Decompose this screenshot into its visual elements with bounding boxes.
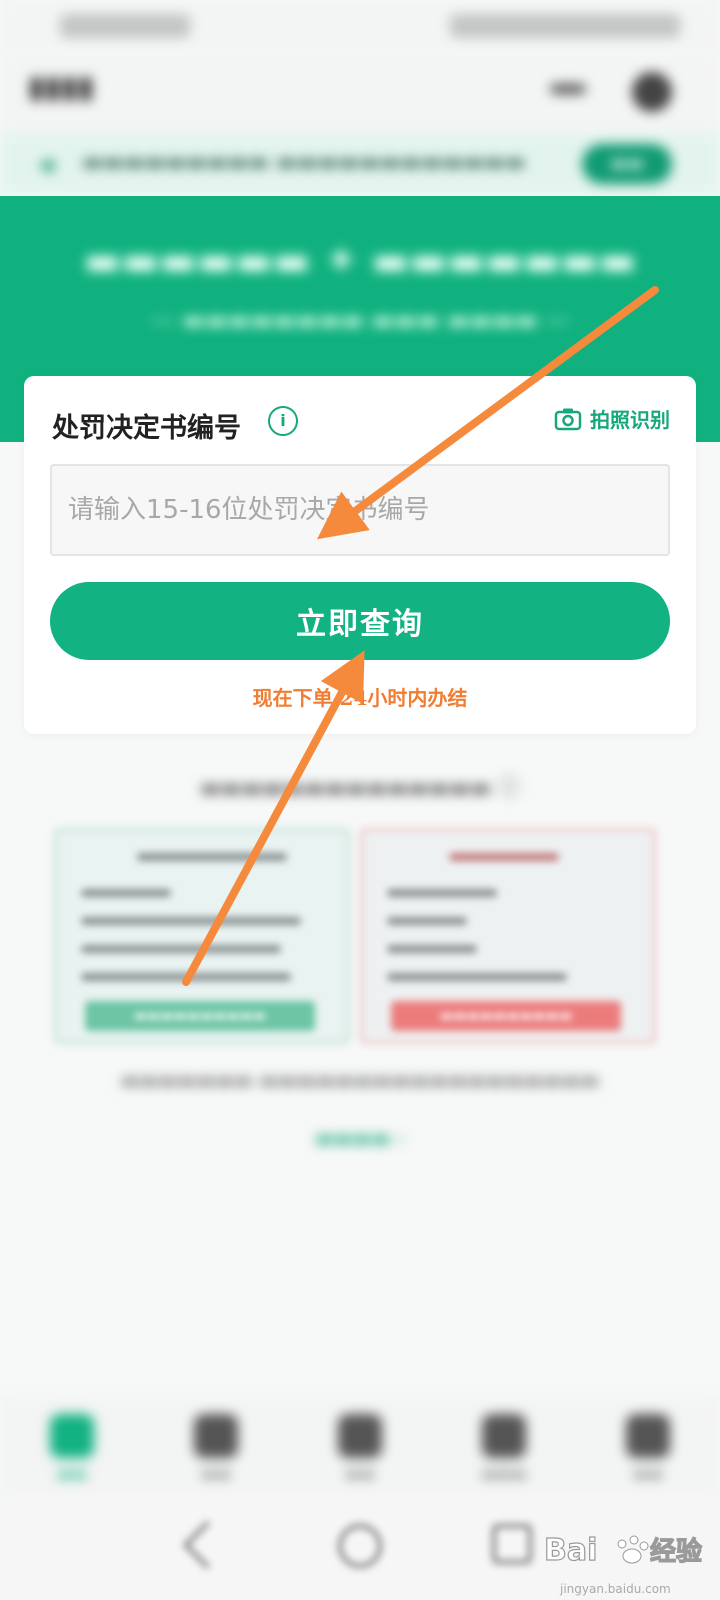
sample-card-correct[interactable]: ▬▬▬▬▬▬▬▬▬▬ — [54, 828, 350, 1044]
hero-subtitle: — ▬▬▬▬▬▬▬▬ ▬▬▬ ▬▬▬▬ — — [150, 306, 570, 334]
query-card: 处罚决定书编号 i 拍照识别 立即查询 现在下单 24小时内办结 — [24, 376, 696, 734]
decision-number-input[interactable] — [50, 464, 670, 556]
app-title: ▮▮▮▮ — [28, 70, 95, 105]
car-icon — [338, 1414, 382, 1458]
svg-text:Bai: Bai — [544, 1533, 597, 1568]
back-icon[interactable] — [182, 1520, 232, 1570]
photo-recognize-button[interactable]: 拍照识别 — [554, 404, 670, 433]
home-icon — [50, 1414, 94, 1458]
status-bar-right — [450, 14, 680, 38]
camera-icon — [554, 408, 582, 430]
sample-card-wrong[interactable]: ▬▬▬▬▬▬▬▬▬▬ — [360, 828, 656, 1044]
tab-4[interactable]: ▬▬▬ — [454, 1398, 554, 1498]
sample-section-title: ▬▬▬▬▬▬▬▬▬▬▬▬▬▬ ⓘ — [200, 776, 520, 801]
info-icon[interactable]: i — [268, 406, 298, 436]
svg-text:经验: 经验 — [650, 1536, 702, 1567]
tab-label: ▬▬▬ — [481, 1464, 527, 1483]
sample-line — [137, 853, 287, 861]
tab-5[interactable]: ▬▬ — [598, 1398, 698, 1498]
bottom-tab-bar: ▬▬ ▬▬ ▬▬ ▬▬▬ ▬▬ — [0, 1398, 720, 1498]
promo-text: 现在下单 24小时内办结 — [252, 686, 468, 710]
tab-label: ▬▬ — [200, 1464, 232, 1483]
home-circle-icon[interactable] — [338, 1524, 382, 1568]
query-button[interactable]: 立即查询 — [50, 582, 670, 660]
tab-2[interactable]: ▬▬ — [166, 1398, 266, 1498]
sample-line — [81, 889, 171, 897]
service-icon — [482, 1414, 526, 1458]
field-label: 处罚决定书编号 — [52, 413, 241, 444]
profile-icon — [626, 1414, 670, 1458]
app-header: ▮▮▮▮ — [0, 52, 720, 132]
watermark-url: jingyan.baidu.com — [560, 1582, 671, 1596]
tab-label: ▬▬ — [56, 1464, 88, 1483]
tab-home[interactable]: ▬▬ — [22, 1398, 122, 1498]
more-link[interactable]: ▬▬▬▬ › — [0, 1126, 720, 1150]
document-icon — [194, 1414, 238, 1458]
status-bar-left — [60, 14, 190, 38]
user-icon[interactable] — [632, 72, 672, 112]
sample-description: ▬▬▬▬▬▬▬ ▬▬▬▬▬▬▬▬▬▬▬▬▬▬▬▬▬▬ — [120, 1068, 600, 1092]
sample-line — [81, 973, 291, 981]
sample-line — [81, 917, 301, 925]
status-bar — [0, 0, 720, 52]
photo-recognize-label: 拍照识别 — [590, 408, 670, 432]
notice-button[interactable]: ▬▬ — [582, 144, 672, 184]
sample-line — [387, 889, 497, 897]
tab-3[interactable]: ▬▬ — [310, 1398, 410, 1498]
sample-line — [387, 917, 467, 925]
tab-label: ▬▬ — [344, 1464, 376, 1483]
sample-line — [81, 945, 281, 953]
sample-line — [449, 853, 559, 861]
sample-line — [387, 973, 567, 981]
sample-line — [387, 945, 477, 953]
more-icon[interactable] — [550, 84, 586, 94]
hero-title: ▬▬▬▬▬▬ ✦ ▬▬▬▬▬▬▬ — [83, 238, 637, 284]
notice-bar[interactable]: ◀ ▬▬▬▬▬▬▬▬▬ ▬▬▬▬▬▬▬▬▬▬▬▬ ▬▬ — [0, 132, 720, 196]
baidu-jingyan-watermark: Bai 经验 — [543, 1532, 702, 1568]
speaker-icon: ◀ — [38, 152, 54, 176]
sample-badge-wrong: ▬▬▬▬▬▬▬▬▬▬ — [391, 1001, 621, 1031]
notice-text: ▬▬▬▬▬▬▬▬▬ ▬▬▬▬▬▬▬▬▬▬▬▬ — [82, 150, 526, 175]
recents-icon[interactable] — [492, 1524, 532, 1564]
tab-label: ▬▬ — [632, 1464, 664, 1483]
sample-badge-correct: ▬▬▬▬▬▬▬▬▬▬ — [85, 1001, 315, 1031]
